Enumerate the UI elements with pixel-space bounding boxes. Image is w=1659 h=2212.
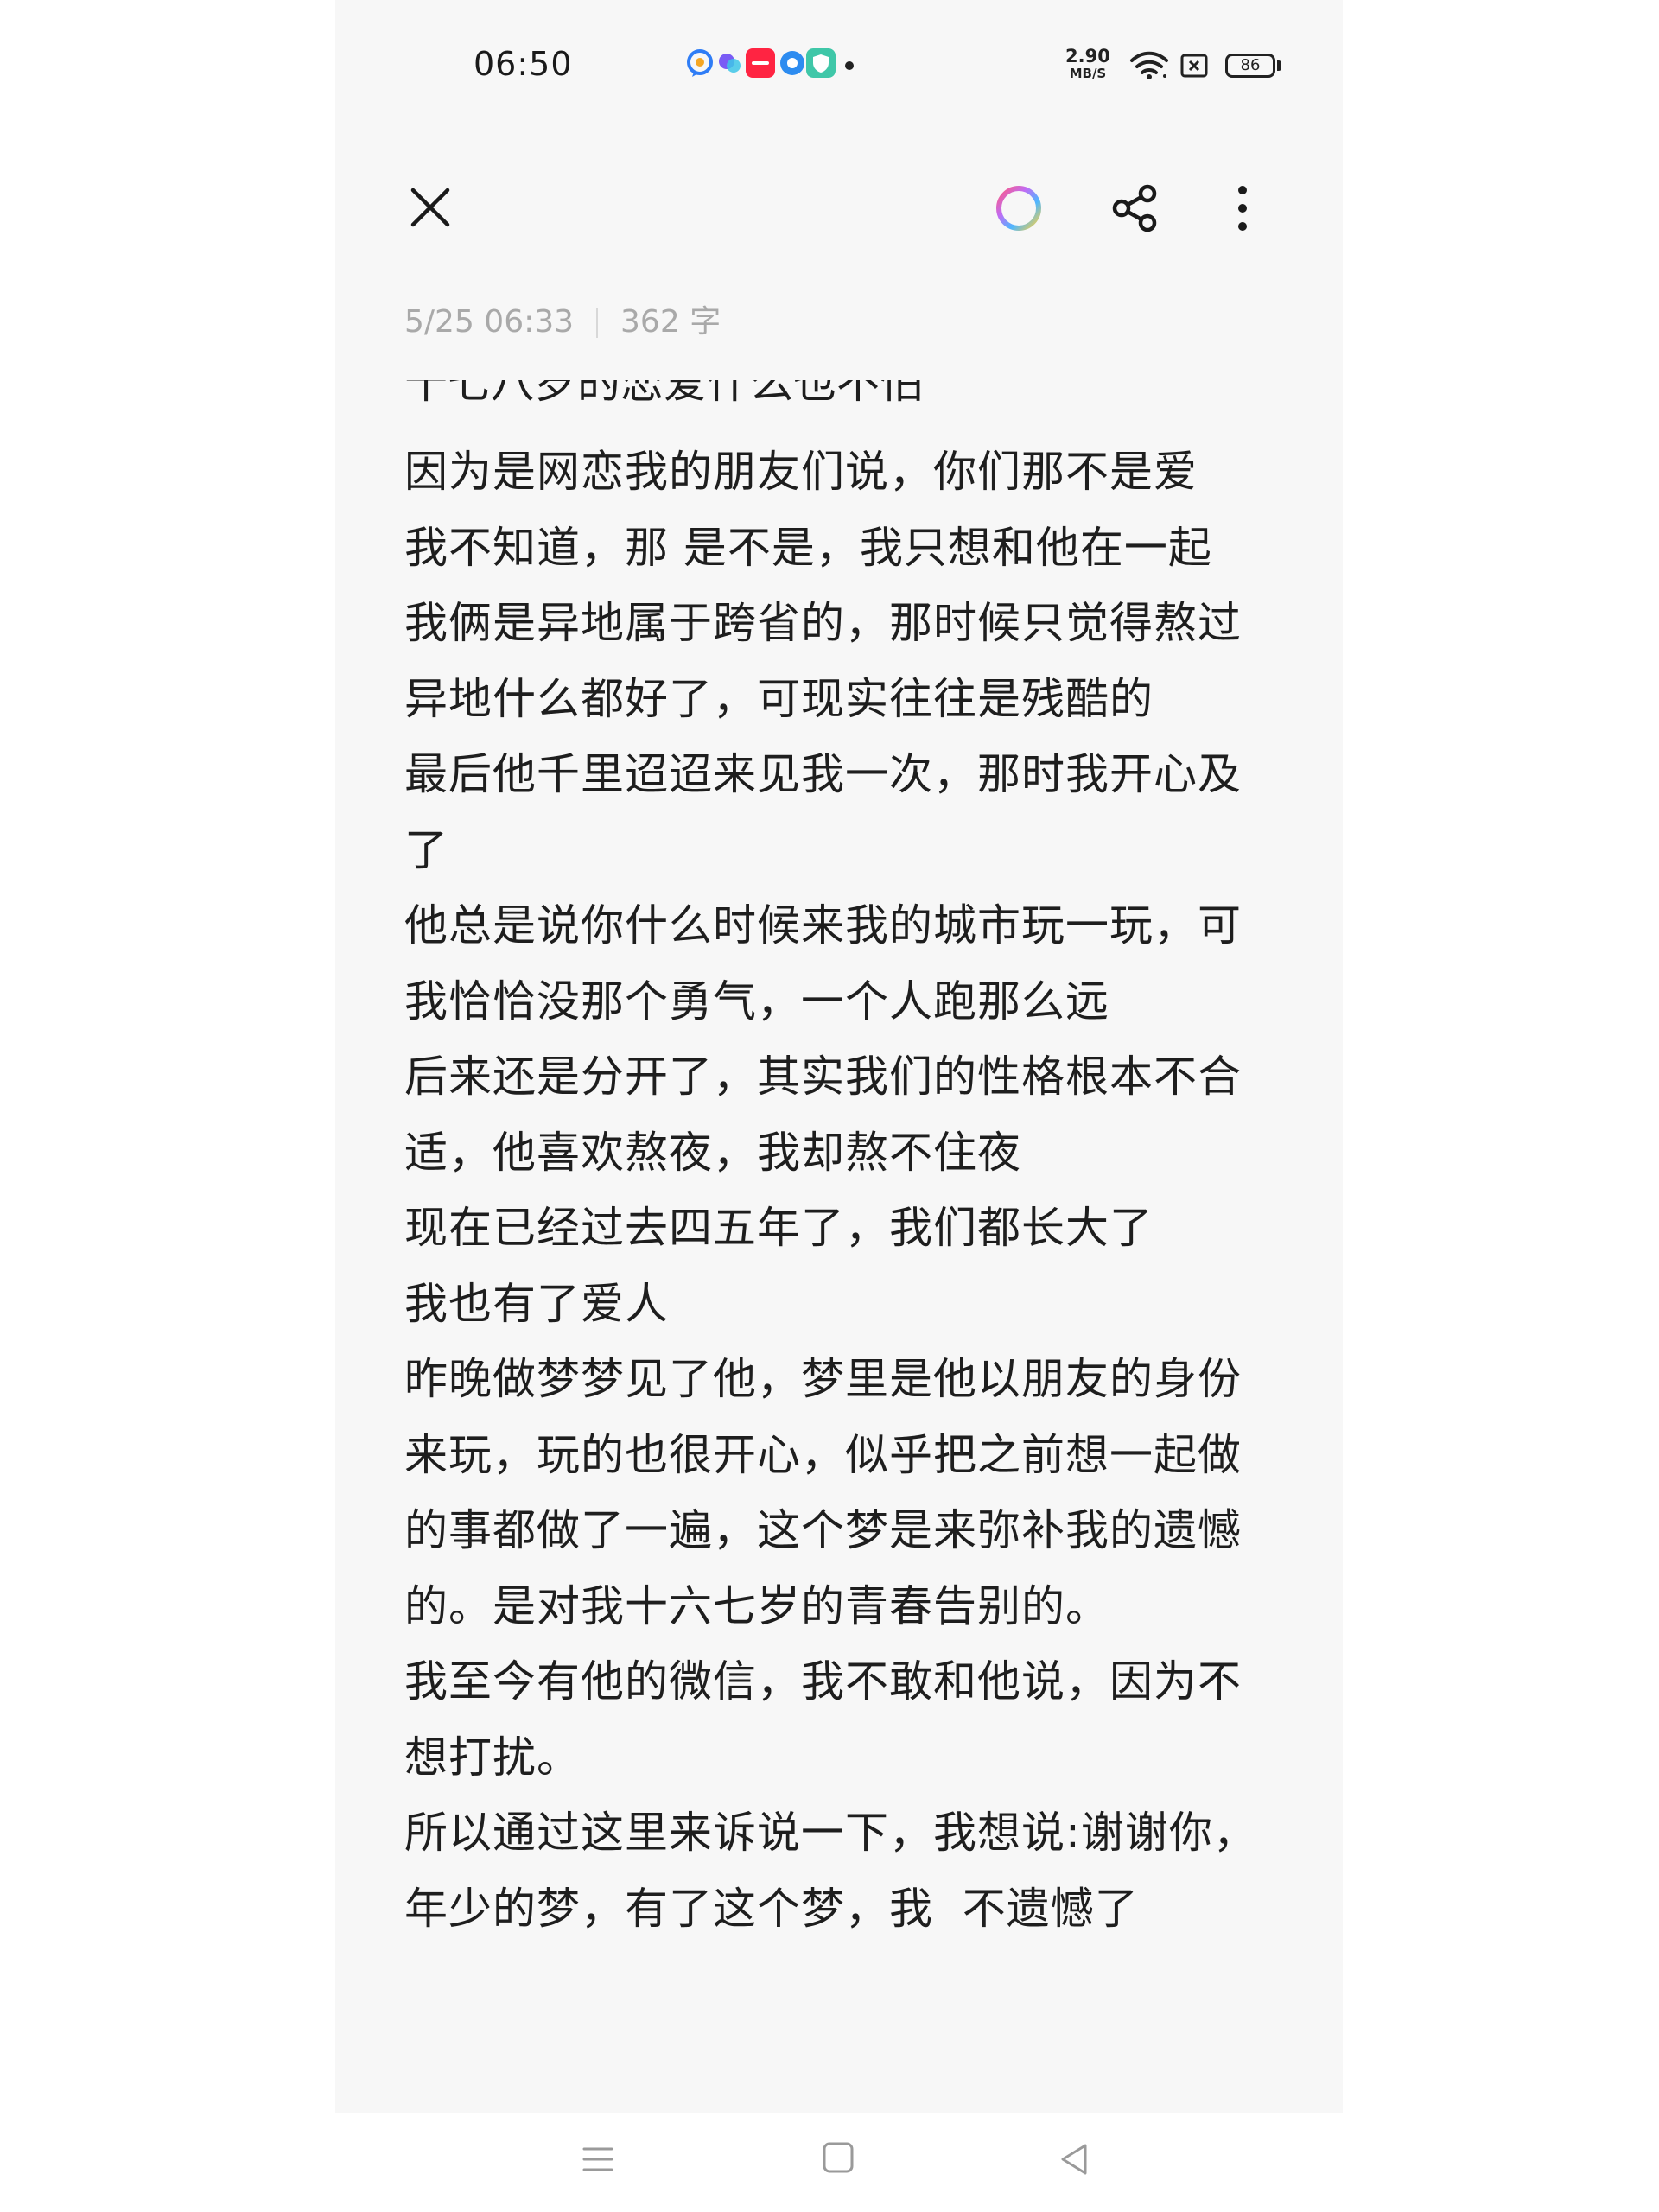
note-line: 他总是说你什么时候来我的城市玩一玩，可 xyxy=(404,900,1242,950)
note-toolbar xyxy=(335,156,1343,259)
note-line: 我俩是异地属于跨省的，那时候只觉得熬过 xyxy=(404,598,1242,648)
note-line: 我不知道，那 是不是，我只想和他在一起 xyxy=(404,522,1212,573)
home-icon[interactable] xyxy=(819,2139,857,2177)
note-line: 异地什么都好了，可现实往往是残酷的 xyxy=(404,673,1154,724)
no-sim-icon xyxy=(1180,54,1208,78)
note-word-count: 362 字 xyxy=(620,304,721,340)
status-bar: 06:50 2.90 MB/S 86 xyxy=(335,0,1343,130)
security-app-icon xyxy=(806,48,836,78)
note-line: 想打扰。 xyxy=(404,1732,581,1783)
more-vertical-icon[interactable] xyxy=(1225,181,1260,235)
note-lines: 因为是网恋我的朋友们说，你们那不是爱 我不知道，那 是不是，我只想和他在一起 我俩是… xyxy=(404,435,1268,1947)
ai-app-icon xyxy=(719,54,741,73)
network-speed: 2.90 MB/S xyxy=(1065,48,1110,82)
network-speed-value: 2.90 xyxy=(1065,46,1110,67)
note-line-partial: 十七八岁的恋爱什么也不怕 xyxy=(404,380,923,408)
note-line: 因为是网恋我的朋友们说，你们那不是爱 xyxy=(404,447,1198,497)
battery-tip xyxy=(1277,60,1281,71)
note-line: 最后他千里迢迢来见我一次，那时我开心及 xyxy=(404,749,1242,799)
network-speed-unit: MB/S xyxy=(1069,66,1107,81)
notes-app-screen: 06:50 2.90 MB/S 86 5/25 06:33 362 字 十七八岁… xyxy=(335,0,1343,2113)
note-line: 昨晚做梦梦见了他，梦里是他以朋友的身份 xyxy=(404,1354,1242,1404)
back-icon[interactable] xyxy=(1056,2139,1094,2180)
note-line: 后来还是分开了，其实我们的性格根本不合 xyxy=(404,1052,1242,1102)
system-navbar xyxy=(0,2113,1659,2212)
wifi-icon xyxy=(1130,51,1168,79)
note-line: 的。是对我十六七岁的青春告别的。 xyxy=(404,1580,1109,1631)
note-line: 现在已经过去四五年了，我们都长大了 xyxy=(404,1203,1154,1253)
note-line: 了 xyxy=(404,824,448,875)
xiaohongshu-icon xyxy=(746,48,775,78)
notification-dot xyxy=(845,61,854,70)
note-body[interactable]: 十七八岁的恋爱什么也不怕 因为是网恋我的朋友们说，你们那不是爱 我不知道，那 是不… xyxy=(404,380,1268,1970)
note-line: 我恰恰没那个勇气，一个人跑那么远 xyxy=(404,976,1109,1027)
note-line: 的事都做了一遍，这个梦是来弥补我的遗憾 xyxy=(404,1505,1242,1555)
note-line: 适，他喜欢熬夜，我却熬不住夜 xyxy=(404,1127,1021,1178)
msg-app-icon xyxy=(687,49,713,77)
menu-icon[interactable] xyxy=(577,2139,619,2180)
color-ring-icon[interactable] xyxy=(992,181,1046,235)
battery-icon: 86 xyxy=(1225,54,1275,78)
share-icon[interactable] xyxy=(1109,181,1162,235)
note-meta: 5/25 06:33 362 字 xyxy=(404,301,721,344)
note-line: 年少的梦，有了这个梦，我 不遗憾了 xyxy=(404,1883,1139,1934)
browser-app-icon xyxy=(780,51,804,75)
note-line: 我至今有他的微信，我不敢和他说，因为不 xyxy=(404,1656,1242,1707)
close-icon[interactable] xyxy=(404,181,456,233)
note-line: 所以通过这里来诉说一下，我想说:谢谢你， xyxy=(404,1808,1257,1858)
note-line: 我也有了爱人 xyxy=(404,1278,669,1329)
status-time: 06:50 xyxy=(474,45,573,83)
meta-divider xyxy=(596,308,599,338)
note-line: 来玩，玩的也很开心，似乎把之前想一起做 xyxy=(404,1429,1242,1480)
note-datetime: 5/25 06:33 xyxy=(404,304,575,340)
